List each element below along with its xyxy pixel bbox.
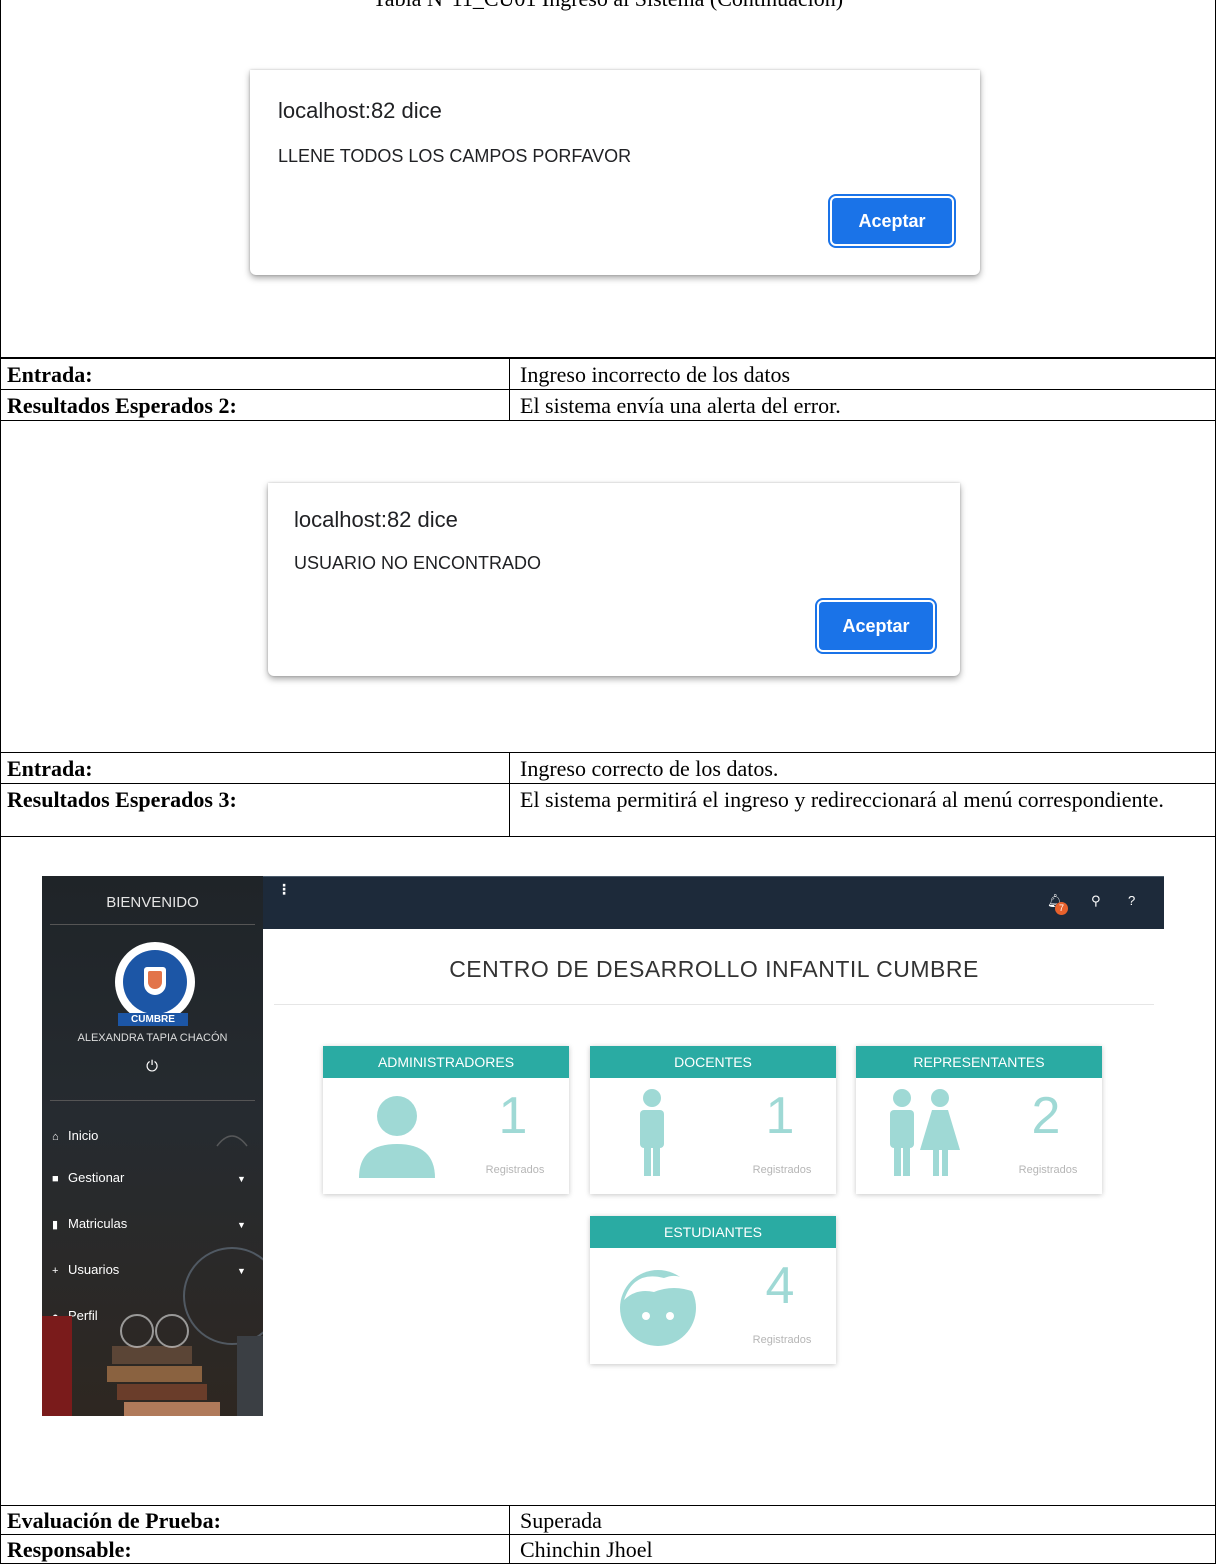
card-count: 1 — [498, 1087, 528, 1145]
man-icon — [640, 1089, 664, 1176]
card-header: ESTUDIANTES — [590, 1216, 836, 1248]
alert-message: USUARIO NO ENCONTRADO — [294, 553, 542, 573]
notification-badge: 7 — [1055, 902, 1068, 915]
card-header: ADMINISTRADORES — [323, 1046, 569, 1078]
row-label: Responsable: — [0, 1534, 510, 1564]
alert-message: LLENE TODOS LOS CAMPOS PORFAVOR — [278, 146, 632, 166]
row-value: Ingreso correcto de los datos. — [509, 752, 1216, 784]
row-label: Entrada: — [0, 358, 510, 390]
row-value: Superada — [509, 1505, 1216, 1535]
card-count: 4 — [765, 1257, 795, 1315]
card-subtitle: Registrados — [1018, 1164, 1078, 1176]
stat-card-administradores[interactable]: ADMINISTRADORES 1 Registrados — [323, 1046, 569, 1194]
card-header: DOCENTES — [590, 1046, 836, 1078]
alert-host: localhost:82 dice — [294, 507, 458, 532]
help-icon[interactable]: ? — [1128, 893, 1135, 908]
alert-dialog-1: localhost:82 dice LLENE TODOS LOS CAMPOS… — [250, 70, 980, 275]
row-label: Resultados Esperados 2: — [0, 389, 510, 421]
row-value: Ingreso incorrecto de los datos — [509, 358, 1216, 390]
card-subtitle: Registrados — [752, 1164, 812, 1176]
alert-dialog-2: localhost:82 dice USUARIO NO ENCONTRADO … — [268, 483, 960, 676]
decorative-background — [42, 1135, 263, 1416]
row-value: El sistema permitirá el ingreso y redire… — [509, 783, 1216, 837]
stat-card-representantes[interactable]: REPRESENTANTES 2 Registrados — [856, 1046, 1102, 1194]
accept-button[interactable]: Aceptar — [819, 602, 933, 650]
family-icon — [890, 1089, 960, 1176]
sidebar: BIENVENIDO CUMBRE ALEXANDRA TAPIA CHACÓN… — [42, 876, 263, 1416]
row-label: Evaluación de Prueba: — [0, 1505, 510, 1535]
child-face-icon — [620, 1270, 696, 1346]
person-icon — [359, 1096, 435, 1178]
card-subtitle: Registrados — [485, 1164, 545, 1176]
search-icon[interactable]: ⚲ — [1091, 893, 1101, 909]
stat-card-docentes[interactable]: DOCENTES 1 Registrados — [590, 1046, 836, 1194]
row-value: Chinchin Jhoel — [509, 1534, 1216, 1564]
row-value: El sistema envía una alerta del error. — [509, 389, 1216, 421]
card-header: REPRESENTANTES — [856, 1046, 1102, 1078]
stat-card-estudiantes[interactable]: ESTUDIANTES 4 Registrados — [590, 1216, 836, 1364]
divider — [274, 1004, 1154, 1005]
card-subtitle: Registrados — [752, 1334, 812, 1346]
card-count: 2 — [1031, 1087, 1061, 1145]
topbar: ⋮ 🔔︎ 7 ⚲ ? — [263, 876, 1164, 929]
row-label: Resultados Esperados 3: — [0, 783, 510, 837]
accept-button[interactable]: Aceptar — [832, 198, 952, 244]
app-screenshot: BIENVENIDO CUMBRE ALEXANDRA TAPIA CHACÓN… — [42, 876, 1164, 1416]
card-count: 1 — [765, 1087, 795, 1145]
row-label: Entrada: — [0, 752, 510, 784]
page-title: CENTRO DE DESARROLLO INFANTIL CUMBRE — [449, 956, 979, 982]
alert-host: localhost:82 dice — [278, 98, 442, 123]
menu-dots-icon[interactable]: ⋮ — [277, 881, 291, 898]
